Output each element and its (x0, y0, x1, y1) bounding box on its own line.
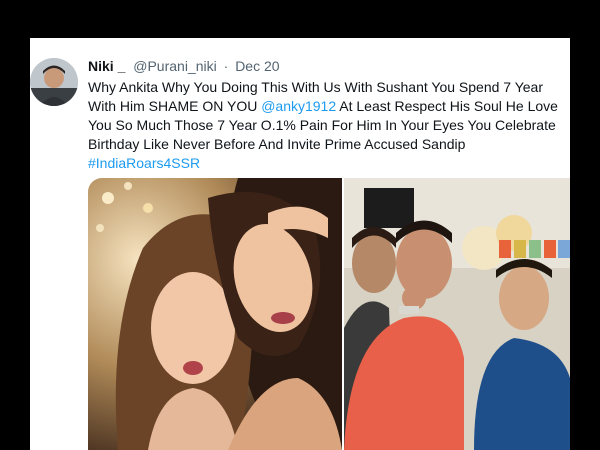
text-line: You So Much Those 7 Year O.1% Pain For H… (88, 117, 556, 133)
user-handle[interactable]: @Purani_niki (133, 58, 216, 74)
media-photo-right[interactable] (344, 178, 570, 450)
mention-link[interactable]: @anky1912 (261, 98, 336, 114)
text-line: With Him SHAME ON YOU @anky1912 At Least… (88, 97, 570, 116)
separator-dot: · (223, 58, 229, 74)
hashtag-link[interactable]: #IndiaRoars4SSR (88, 154, 570, 173)
tweet-text: Why Ankita Why You Doing This With Us Wi… (88, 78, 570, 173)
media-photo-left[interactable] (88, 178, 342, 450)
tweet-date[interactable]: Dec 20 (235, 58, 279, 74)
text-line: Birthday Like Never Before And Invite Pr… (88, 136, 466, 152)
text-segment: With Him SHAME ON YOU (88, 98, 258, 114)
display-name[interactable]: Niki _ (88, 58, 125, 74)
text-segment: At Least Respect His Soul He Love (339, 98, 558, 114)
tweet-media[interactable] (88, 178, 570, 450)
text-line: Why Ankita Why You Doing This With Us Wi… (88, 79, 544, 95)
tweet-card[interactable]: Niki _ @Purani_niki · Dec 20 Why Ankita … (30, 38, 570, 450)
tweet-header: Niki _ @Purani_niki · Dec 20 (88, 58, 280, 74)
photo-group-party (344, 178, 570, 450)
photo-two-women-selfie (88, 178, 342, 450)
avatar[interactable] (30, 58, 78, 106)
avatar-image (30, 58, 78, 106)
